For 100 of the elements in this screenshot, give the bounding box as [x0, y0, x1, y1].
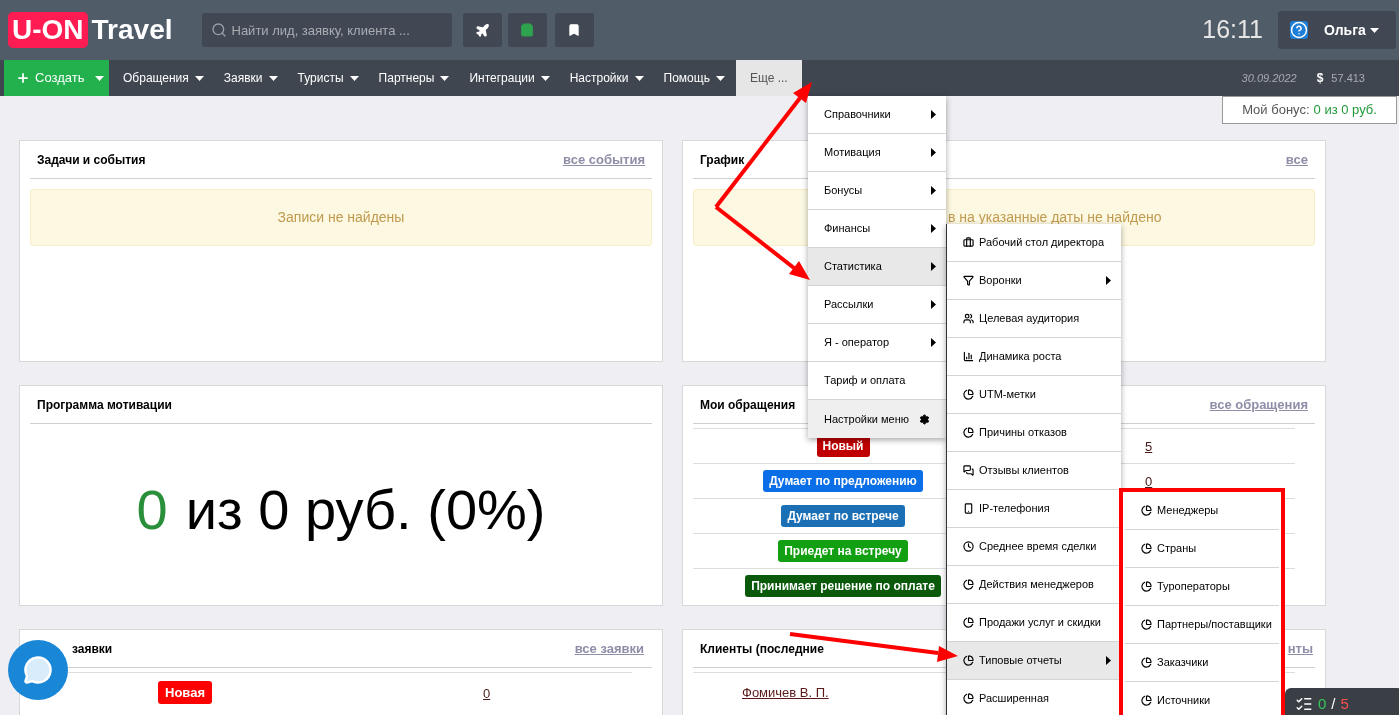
caret-icon — [349, 75, 359, 81]
logo-badge: U-ON — [8, 12, 88, 48]
pie-chart-icon — [1141, 581, 1152, 592]
pie-chart-icon — [963, 655, 974, 666]
menu-item[interactable]: Статистика — [808, 248, 946, 286]
bonus-label: Мой бонус: — [1242, 101, 1310, 120]
phone-icon — [963, 503, 974, 514]
user-menu-button[interactable]: Ольга — [1278, 11, 1396, 49]
search-field[interactable]: Найти лид, заявку, клиента ... — [201, 13, 452, 47]
menu-item[interactable]: Рабочий стол директора — [947, 224, 1121, 262]
menu-item[interactable]: IP-телефония — [947, 490, 1121, 528]
pie-chart-icon — [963, 579, 974, 590]
caret-icon — [95, 75, 105, 81]
card-title: График — [700, 151, 745, 169]
clock-time: 16:11 — [1202, 14, 1263, 46]
nav-menu-item[interactable]: Интеграции — [460, 60, 559, 96]
plane-icon — [474, 22, 490, 38]
caret-icon — [268, 75, 278, 81]
pie-chart-icon — [1141, 695, 1152, 706]
status-tag: Думает по встрече — [781, 505, 905, 527]
pie-chart-icon — [963, 693, 974, 704]
menu-item[interactable]: Типовые отчеты — [947, 642, 1121, 680]
menu-item[interactable]: Среднее время сделки — [947, 528, 1121, 566]
exchange-rate: 57.413 — [1331, 70, 1365, 86]
bonus-value: 0 из 0 руб. — [1313, 101, 1377, 120]
users-icon — [963, 313, 974, 324]
menu-item[interactable]: Заказчики — [1125, 644, 1279, 682]
help-icon — [1290, 21, 1308, 39]
pie-chart-icon — [1141, 619, 1152, 630]
client-link[interactable]: Фомичев В. П. — [742, 682, 829, 703]
status-tag: Думает по предложению — [763, 470, 923, 492]
nav-menu-item[interactable]: Помощь — [654, 60, 734, 96]
menu-item[interactable]: Воронки — [947, 262, 1121, 300]
pie-chart-icon — [1141, 657, 1152, 668]
chat-bubble-icon — [23, 655, 53, 685]
empty-notice: Записи не найдены — [30, 189, 652, 246]
briefcase-icon — [963, 237, 974, 248]
menu-item[interactable]: Менеджеры — [1125, 492, 1279, 530]
menu-item[interactable]: Динамика роста — [947, 338, 1121, 376]
nav-menu-item[interactable]: Заявки — [214, 60, 287, 96]
pie-chart-icon — [963, 427, 974, 438]
pie-chart-icon — [963, 617, 974, 628]
caret-icon — [440, 75, 450, 81]
menu-item[interactable]: Тариф и оплата — [808, 362, 946, 400]
nav-menu-item[interactable]: Еще ... — [735, 60, 802, 96]
flights-button[interactable] — [462, 13, 502, 47]
count-link[interactable]: 0 — [1145, 474, 1153, 489]
caret-icon — [540, 75, 550, 81]
menu-item[interactable]: Партнеры/поставщики — [1125, 606, 1279, 644]
status-tag: Новая — [158, 680, 212, 705]
menu-settings-item[interactable]: Настройки меню — [808, 400, 946, 438]
caret-icon — [634, 75, 644, 81]
nav-menu-item[interactable]: Партнеры — [369, 60, 459, 96]
menu-item[interactable]: Рассылки — [808, 286, 946, 324]
currency-sign: $ — [1316, 70, 1324, 87]
menu-item[interactable]: Бонусы — [808, 172, 946, 210]
card-title: Мои обращения — [700, 396, 796, 414]
menu-item[interactable]: Я - оператор — [808, 324, 946, 362]
clock-icon — [963, 541, 974, 552]
status-tag: Принимает решение по оплате — [745, 575, 941, 597]
pie-chart-icon — [1141, 543, 1152, 554]
count-link[interactable]: 0 — [483, 685, 491, 701]
chat-bubbles-icon — [963, 465, 974, 476]
menu-item[interactable]: Финансы — [808, 210, 946, 248]
card-title: Клиенты (последние — [700, 640, 824, 658]
card-title: Задачи и события — [37, 151, 146, 169]
pie-chart-icon — [1141, 505, 1152, 516]
target-amount: из 0 руб. (0%) — [185, 476, 546, 543]
total-count: 5 — [1340, 693, 1349, 714]
menu-item[interactable]: Продажи услуг и скидки — [947, 604, 1121, 642]
bar-chart-icon — [963, 351, 974, 362]
card-title: заявки — [72, 640, 113, 658]
filter-icon — [963, 275, 974, 286]
menu-item[interactable]: Страны — [1125, 530, 1279, 568]
menu-item[interactable]: Действия менеджеров — [947, 566, 1121, 604]
date-text: 30.09.2022 — [1241, 70, 1297, 86]
task-counter[interactable]: 0 / 5 — [1285, 688, 1399, 715]
menu-item[interactable]: Целевая аудитория — [947, 300, 1121, 338]
search-icon — [210, 22, 227, 38]
nav-menu-item[interactable]: Настройки — [560, 60, 653, 96]
caret-icon — [194, 75, 204, 81]
nav-menu-item[interactable]: Туристы — [288, 60, 368, 96]
menu-item[interactable]: Справочники — [808, 96, 946, 134]
menu-item[interactable]: Мотивация — [808, 134, 946, 172]
card-title: Программа мотивации — [37, 396, 172, 414]
caret-icon — [715, 75, 725, 81]
status-tag: Приедет на встречу — [778, 540, 908, 562]
achieved-amount: 0 — [136, 476, 168, 543]
bookmark-icon — [567, 23, 581, 37]
menu-item[interactable]: Причины отказов — [947, 414, 1121, 452]
count-link[interactable]: 5 — [1145, 439, 1153, 454]
bookmark-button[interactable] — [554, 13, 594, 47]
shop-button[interactable] — [507, 13, 547, 47]
menu-item[interactable]: UTM-метки — [947, 376, 1121, 414]
menu-item[interactable]: Туроператоры — [1125, 568, 1279, 606]
menu-item[interactable]: Отзывы клиентов — [947, 452, 1121, 490]
done-count: 0 — [1318, 693, 1327, 714]
pie-chart-icon — [963, 389, 974, 400]
menu-item[interactable]: Источники — [1125, 682, 1279, 715]
nav-menu-item[interactable]: Обращения — [114, 60, 213, 96]
